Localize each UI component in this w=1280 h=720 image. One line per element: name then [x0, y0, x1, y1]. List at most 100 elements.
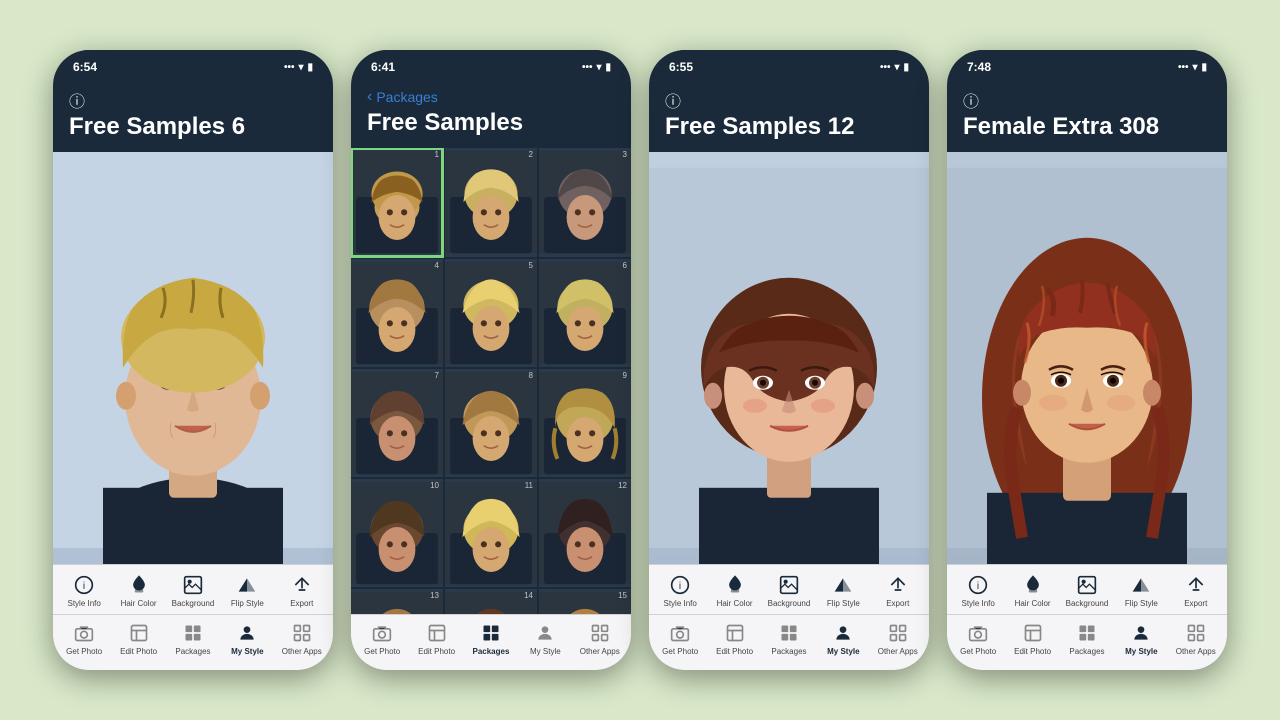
export-btn-4[interactable]: Export: [1174, 573, 1218, 608]
flip-btn-4[interactable]: Flip Style: [1119, 573, 1163, 608]
other-apps-btn-4[interactable]: Other Apps: [1174, 621, 1218, 656]
export-btn-1[interactable]: Export: [280, 573, 324, 608]
my-style-btn-1[interactable]: My Style: [225, 621, 269, 656]
status-icons-1: ••• ▾ ▮: [284, 62, 313, 73]
flip-btn-3[interactable]: Flip Style: [821, 573, 865, 608]
bucket-icon: [127, 573, 151, 597]
wifi-icon: ▾: [298, 62, 303, 73]
header-1: ⓘ Free Samples 6: [53, 80, 333, 152]
get-photo-btn-4[interactable]: Get Photo: [956, 621, 1000, 656]
edit-photo-label-3: Edit Photo: [716, 647, 753, 656]
export-icon-3: [886, 573, 910, 597]
style-info-btn-4[interactable]: i Style Info: [956, 573, 1000, 608]
grid-cell-1[interactable]: 1: [351, 148, 443, 256]
other-apps-icon: [290, 621, 314, 645]
my-style-icon-4: [1129, 621, 1153, 645]
main-2: 1 2: [351, 148, 631, 614]
grid-cell-3[interactable]: 3: [539, 148, 631, 256]
toolbar-bottom-2: Get Photo Edit Photo Packages: [351, 614, 631, 670]
get-photo-btn-2[interactable]: Get Photo: [360, 621, 404, 656]
grid-cell-11[interactable]: 11: [445, 479, 537, 587]
get-photo-btn-3[interactable]: Get Photo: [658, 621, 702, 656]
flip-icon-4: [1129, 573, 1153, 597]
my-style-btn-3[interactable]: My Style: [821, 621, 865, 656]
style-info-label-4: Style Info: [962, 599, 995, 608]
packages-btn-3[interactable]: Packages: [767, 621, 811, 656]
flip-icon-3: [831, 573, 855, 597]
edit-photo-btn-4[interactable]: Edit Photo: [1011, 621, 1055, 656]
signal-icon: •••: [284, 62, 295, 73]
main-4: [947, 152, 1227, 564]
packages-btn-1[interactable]: Packages: [171, 621, 215, 656]
flip-btn-1[interactable]: Flip Style: [225, 573, 269, 608]
toolbar-top-3: i Style Info Hair Color Background: [649, 564, 929, 614]
bucket-icon-3: [723, 573, 747, 597]
packages-label: Packages: [175, 647, 210, 656]
grid-cell-7[interactable]: 7: [351, 369, 443, 477]
grid-cell-13[interactable]: 13: [351, 589, 443, 614]
svg-text:i: i: [977, 581, 979, 592]
other-apps-btn-2[interactable]: Other Apps: [578, 621, 622, 656]
get-photo-label: Get Photo: [66, 647, 102, 656]
my-style-label-3: My Style: [827, 647, 859, 656]
background-btn-1[interactable]: Background: [171, 573, 215, 608]
battery-icon-4: ▮: [1201, 62, 1207, 73]
portrait-svg-4: [947, 152, 1227, 564]
style-info-btn-1[interactable]: i Style Info: [62, 573, 106, 608]
cell-num-3: 3: [623, 150, 627, 159]
hair-color-label-4: Hair Color: [1015, 599, 1051, 608]
camera-icon-2: [370, 621, 394, 645]
get-photo-btn-1[interactable]: Get Photo: [62, 621, 106, 656]
background-icon-4: [1075, 573, 1099, 597]
packages-btn-2[interactable]: Packages: [469, 621, 513, 656]
flip-label-4: Flip Style: [1125, 599, 1158, 608]
time-3: 6:55: [669, 60, 693, 74]
other-apps-btn-1[interactable]: Other Apps: [280, 621, 324, 656]
grid-cell-10[interactable]: 10: [351, 479, 443, 587]
get-photo-label-2: Get Photo: [364, 647, 400, 656]
grid-cell-2[interactable]: 2: [445, 148, 537, 256]
grid-cell-8[interactable]: 8: [445, 369, 537, 477]
battery-icon-2: ▮: [605, 62, 611, 73]
export-btn-3[interactable]: Export: [876, 573, 920, 608]
portrait-svg-1: [53, 152, 333, 564]
grid-cell-14[interactable]: 14: [445, 589, 537, 614]
grid-cell-5[interactable]: 5: [445, 259, 537, 367]
other-apps-label: Other Apps: [282, 647, 322, 656]
nav-back[interactable]: ‹ Packages: [367, 88, 615, 106]
info-icon-4[interactable]: ⓘ: [963, 88, 1211, 112]
export-icon: [290, 573, 314, 597]
signal-icon-3: •••: [880, 62, 891, 73]
hair-color-btn-3[interactable]: Hair Color: [713, 573, 757, 608]
packages-btn-4[interactable]: Packages: [1065, 621, 1109, 656]
packages-icon: [181, 621, 205, 645]
info-icon-3[interactable]: ⓘ: [665, 88, 913, 112]
hair-color-btn-1[interactable]: Hair Color: [117, 573, 161, 608]
edit-photo-btn-3[interactable]: Edit Photo: [713, 621, 757, 656]
cell-num-14: 14: [524, 591, 533, 600]
edit-photo-btn-1[interactable]: Edit Photo: [117, 621, 161, 656]
header-3: ⓘ Free Samples 12: [649, 80, 929, 152]
background-btn-4[interactable]: Background: [1065, 573, 1109, 608]
main-1: [53, 152, 333, 564]
edit-photo-icon-4: [1021, 621, 1045, 645]
wifi-icon-3: ▾: [894, 62, 899, 73]
my-style-label-4: My Style: [1125, 647, 1157, 656]
grid-cell-9[interactable]: 9: [539, 369, 631, 477]
edit-photo-btn-2[interactable]: Edit Photo: [415, 621, 459, 656]
grid-cell-4[interactable]: 4: [351, 259, 443, 367]
header-4: ⓘ Female Extra 308: [947, 80, 1227, 152]
style-info-btn-3[interactable]: i Style Info: [658, 573, 702, 608]
hair-color-btn-4[interactable]: Hair Color: [1011, 573, 1055, 608]
grid-cell-15[interactable]: 15: [539, 589, 631, 614]
time-1: 6:54: [73, 60, 97, 74]
grid-cell-12[interactable]: 12: [539, 479, 631, 587]
phone-3: 6:55 ••• ▾ ▮ ⓘ Free Samples 12: [649, 50, 929, 670]
info-icon-1[interactable]: ⓘ: [69, 88, 317, 112]
background-label-4: Background: [1066, 599, 1109, 608]
other-apps-btn-3[interactable]: Other Apps: [876, 621, 920, 656]
background-btn-3[interactable]: Background: [767, 573, 811, 608]
my-style-btn-2[interactable]: My Style: [523, 621, 567, 656]
grid-cell-6[interactable]: 6: [539, 259, 631, 367]
my-style-btn-4[interactable]: My Style: [1119, 621, 1163, 656]
